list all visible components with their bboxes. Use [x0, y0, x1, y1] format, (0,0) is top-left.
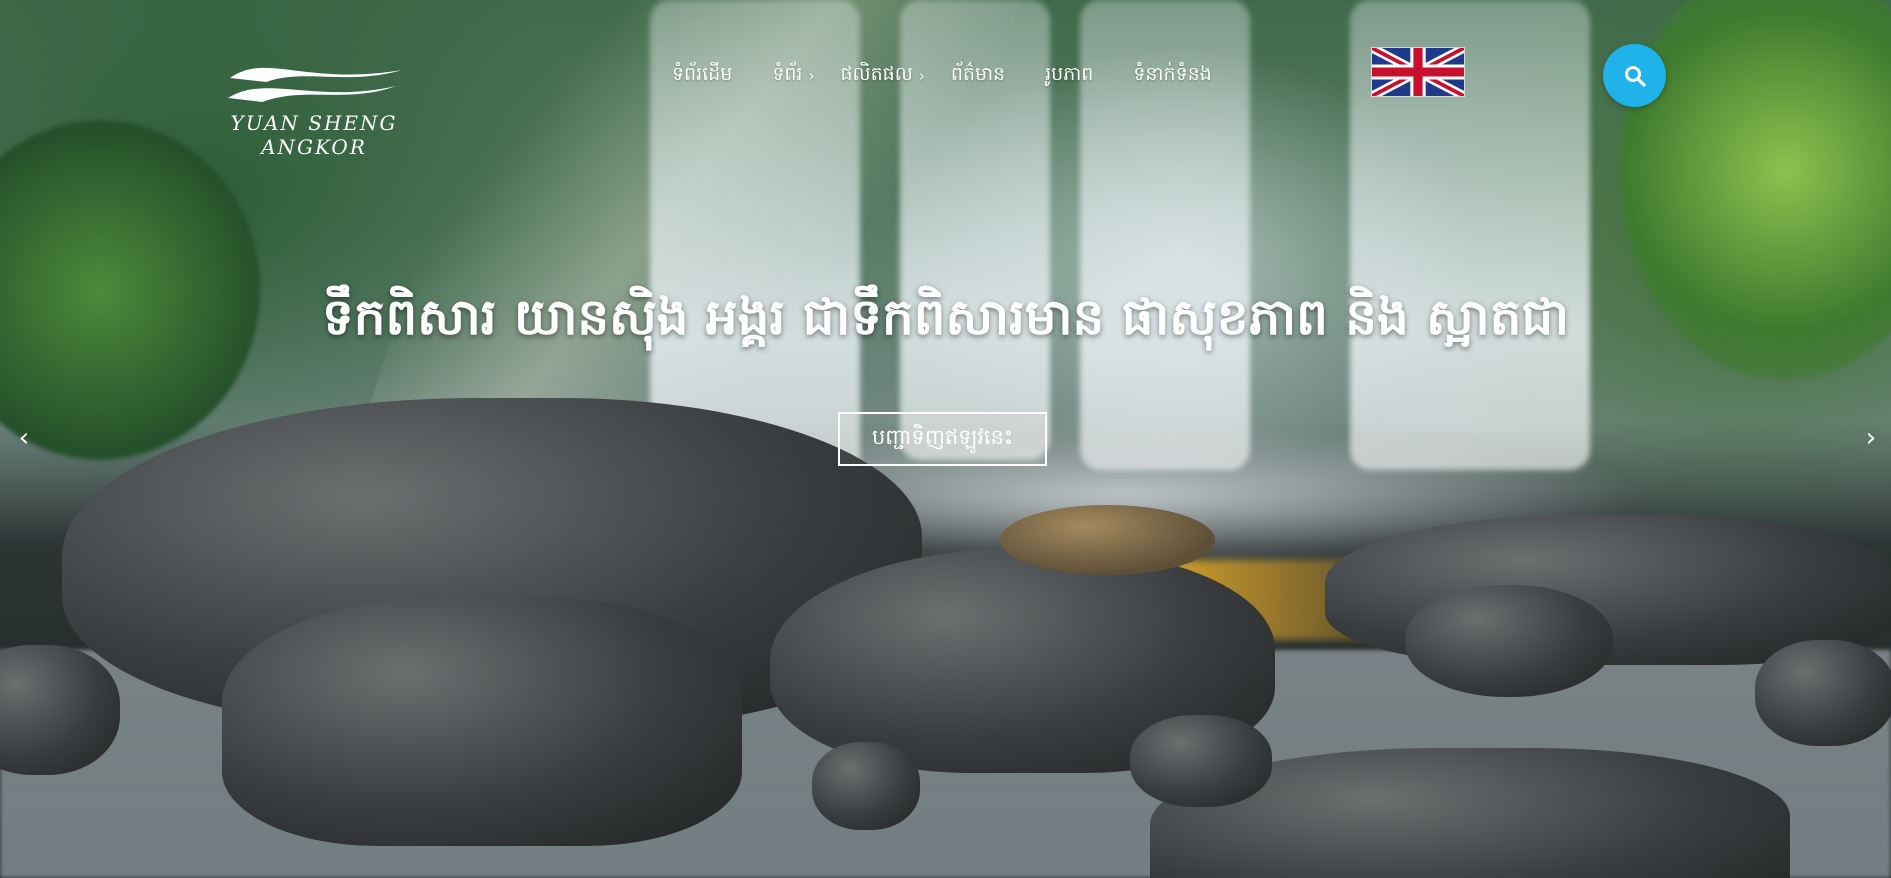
nav-item-news[interactable]: ព័ត៌មាន	[951, 62, 1005, 90]
logo-line-2: ANGKOR	[261, 135, 367, 159]
site-logo[interactable]: YUAN SHENG ANGKOR	[218, 56, 410, 166]
rock	[812, 742, 920, 830]
search-icon	[1624, 65, 1646, 87]
chevron-right-icon: ›	[808, 67, 815, 85]
nav-item-label: ទំនាក់ទំនង	[1133, 63, 1212, 85]
rock	[222, 598, 742, 846]
main-nav: ទំព័រដើម ទំព័រ › ផលិតផល › ព័ត៌មាន រូបភាព…	[672, 52, 1252, 100]
uk-flag-icon[interactable]	[1371, 47, 1465, 97]
nav-item-label: ទំព័រ	[772, 63, 803, 85]
slider-next-arrow[interactable]: ›	[1851, 418, 1891, 458]
search-button[interactable]	[1603, 44, 1666, 107]
hero-headline: ទឹកពិសារ យានស៊ិង អង្គរ ជាទឹកពិសារមាន ផាស…	[321, 288, 1570, 346]
nav-item-label: រូបភាព	[1045, 63, 1094, 85]
rock	[1755, 640, 1891, 746]
nav-item-home[interactable]: ទំព័រដើម	[672, 62, 732, 90]
logo-line-1: YUAN SHENG	[230, 111, 398, 135]
nav-item-label: ផលិតផល	[840, 63, 913, 85]
rock	[1405, 585, 1613, 697]
nav-item-products[interactable]: ផលិតផល ›	[840, 62, 924, 90]
logo-wordmark: YUAN SHENG ANGKOR	[218, 111, 410, 159]
rock	[1000, 505, 1215, 575]
chevron-right-icon: ›	[1865, 423, 1877, 453]
order-now-button[interactable]: បញ្ជាទិញឥឡូវនេះ	[838, 412, 1047, 466]
nav-item-gallery[interactable]: រូបភាព	[1045, 62, 1093, 90]
wave-logo-icon	[228, 67, 402, 102]
chevron-right-icon: ›	[918, 67, 925, 85]
rock	[1130, 715, 1272, 807]
chevron-left-icon: ‹	[18, 423, 30, 453]
nav-item-contact[interactable]: ទំនាក់ទំនង	[1133, 62, 1211, 90]
slider-prev-arrow[interactable]: ‹	[4, 418, 44, 458]
nav-item-label: ទំព័រដើម	[672, 63, 733, 85]
nav-item-pages[interactable]: ទំព័រ ›	[772, 62, 814, 90]
nav-item-label: ព័ត៌មាន	[950, 63, 1006, 85]
